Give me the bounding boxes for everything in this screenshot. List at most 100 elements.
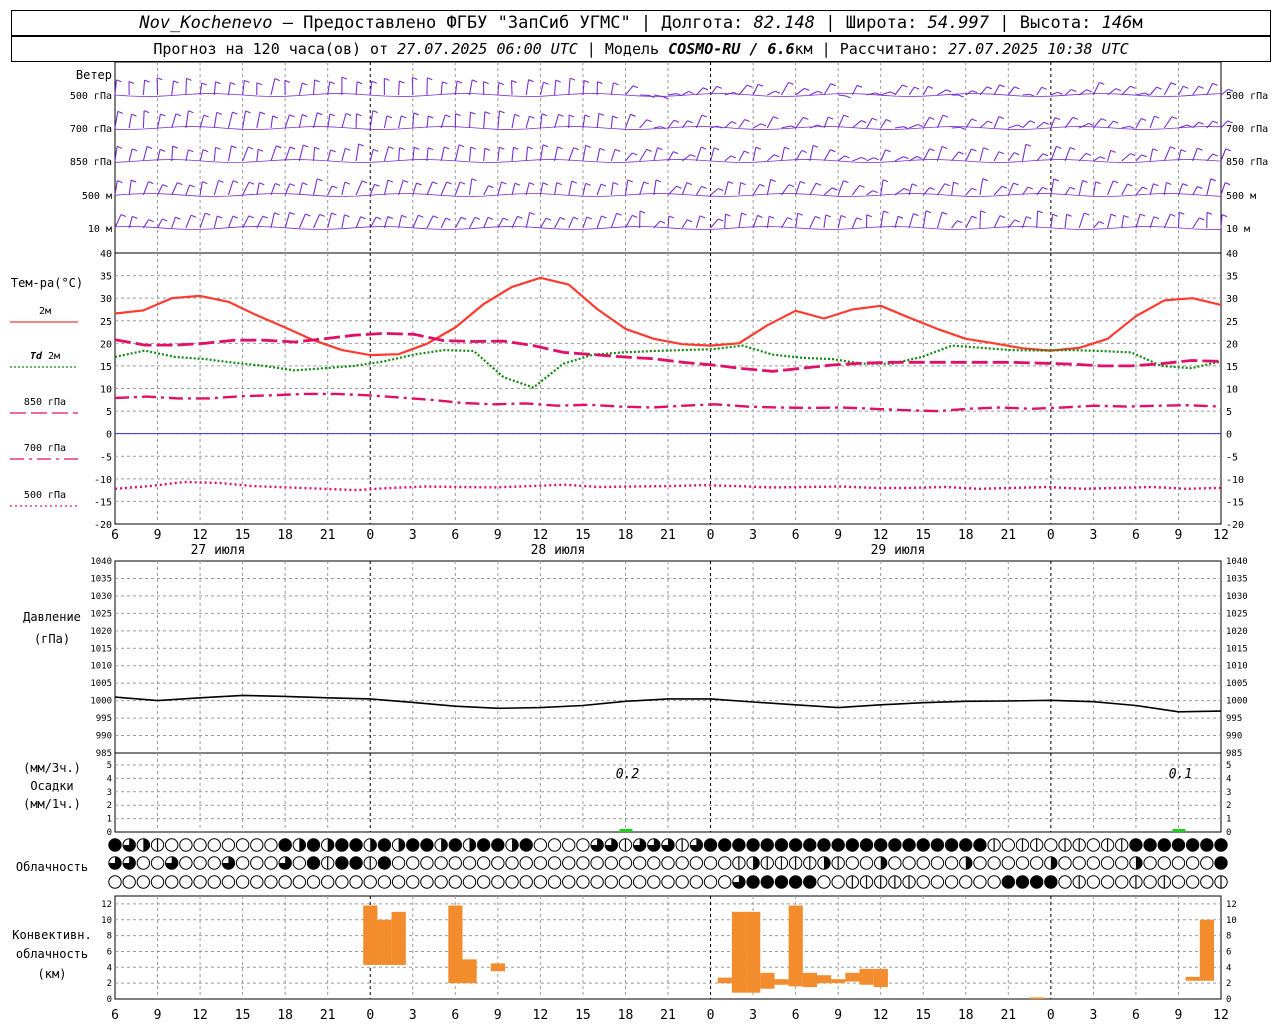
wind-barb-flag bbox=[773, 154, 780, 158]
wind-barb bbox=[355, 216, 362, 229]
cloud-symbol bbox=[505, 856, 519, 870]
wind-barb-flag bbox=[416, 182, 422, 186]
wind-barb-flag bbox=[759, 183, 765, 187]
wind-barb-flag bbox=[186, 77, 192, 81]
wind-barb-flag bbox=[528, 79, 534, 83]
wind-barb bbox=[738, 150, 745, 162]
wind-barb bbox=[993, 116, 1000, 129]
time-tick-label: 21 bbox=[320, 1008, 336, 1023]
wind-barb bbox=[227, 145, 232, 162]
cloud-symbol bbox=[391, 875, 406, 889]
wind-barb-flag bbox=[1037, 210, 1043, 214]
cloud-fill-full bbox=[307, 838, 320, 852]
wind-barb-flag bbox=[345, 147, 351, 151]
wind-barb bbox=[837, 215, 842, 229]
wind-barb-flag bbox=[686, 182, 693, 186]
wind-barb-flag bbox=[971, 90, 978, 94]
wind-barb-flag bbox=[971, 118, 977, 122]
wind-barb-flag bbox=[432, 215, 439, 219]
wind-barb-flag bbox=[616, 212, 622, 216]
temp-tick-left: -20 bbox=[94, 520, 112, 531]
wind-barb bbox=[497, 181, 503, 196]
wind-barb bbox=[525, 146, 529, 162]
cloud-fill-full bbox=[1143, 838, 1157, 852]
cloud-symbol bbox=[1072, 856, 1086, 870]
wind-barb-flag bbox=[146, 145, 153, 149]
wind-barb-flag bbox=[957, 220, 963, 224]
wind-barb bbox=[1149, 115, 1155, 129]
wind-barb bbox=[851, 120, 862, 129]
wind-barb bbox=[256, 149, 259, 162]
temp-tick-right: -5 bbox=[1226, 452, 1238, 463]
wind-barb-flag bbox=[1198, 121, 1204, 125]
cloud-symbol bbox=[462, 856, 477, 870]
wind-barb bbox=[242, 110, 247, 129]
cloud-symbol bbox=[944, 875, 959, 889]
cloud-symbol bbox=[207, 838, 221, 852]
wind-barb-flag bbox=[1086, 89, 1092, 93]
wind-barb bbox=[1135, 92, 1145, 96]
cloud-symbol bbox=[193, 838, 207, 852]
wind-barb-flag bbox=[872, 190, 878, 194]
wind-barb-flag bbox=[319, 213, 325, 217]
wind-barb bbox=[114, 214, 122, 229]
wind-barb-flag bbox=[543, 81, 549, 85]
wind-barb-flag bbox=[929, 187, 935, 191]
cloud-fill-full bbox=[449, 838, 462, 852]
wind-barb-flag bbox=[230, 81, 236, 86]
wind-barb-flag bbox=[528, 182, 535, 186]
wind-barb-flag bbox=[1170, 213, 1176, 217]
wind-barb bbox=[837, 114, 845, 129]
wind-barb-flag bbox=[914, 86, 920, 90]
wind-barb-flag bbox=[769, 215, 775, 219]
wind-barb bbox=[1007, 86, 1015, 96]
wind-barb bbox=[1121, 85, 1131, 96]
wind-barb-flag bbox=[1054, 116, 1061, 121]
wind-barb bbox=[1206, 178, 1212, 196]
wind-barb bbox=[1177, 85, 1184, 96]
cloud-fill-full bbox=[803, 838, 816, 852]
wind-barb bbox=[497, 110, 501, 129]
wind-barb bbox=[610, 82, 614, 96]
cloud-symbol bbox=[448, 856, 463, 870]
pressure-tick-left: 1040 bbox=[90, 557, 112, 567]
wind-barb-flag bbox=[455, 113, 461, 117]
wind-barb bbox=[979, 178, 984, 196]
time-tick-label: 21 bbox=[660, 528, 676, 543]
wind-title: Ветер bbox=[76, 68, 112, 82]
cloud-symbol bbox=[547, 875, 562, 889]
cloud-fill-full bbox=[959, 838, 972, 852]
cloud-symbol bbox=[122, 875, 136, 889]
cloud-symbol bbox=[618, 875, 633, 889]
wind-barb bbox=[908, 86, 915, 96]
wind-barb-flag bbox=[301, 114, 308, 118]
conv-tick-right: 0 bbox=[1226, 995, 1231, 1005]
wind-barb bbox=[1121, 215, 1125, 229]
wind-barb bbox=[624, 215, 633, 229]
cloud-fill-full bbox=[1044, 875, 1058, 889]
cloud-symbol bbox=[306, 875, 321, 889]
wind-barb bbox=[667, 93, 677, 96]
time-tick-label: 15 bbox=[915, 1008, 931, 1023]
wind-barb-flag bbox=[1142, 186, 1148, 190]
wind-barb-flag bbox=[314, 146, 320, 150]
wind-barb-flag bbox=[259, 111, 266, 115]
wind-barb bbox=[454, 217, 462, 229]
wind-barb bbox=[936, 146, 943, 162]
wind-barb bbox=[596, 148, 601, 162]
wind-barb bbox=[979, 210, 982, 229]
temp-time-axis: 6 9 12 15 18 21 0 3 6 9 12 15 18 21 0 3 6 9 12 15 18 21 0 3 6 9 12 bbox=[111, 528, 1229, 543]
wind-barb bbox=[894, 126, 904, 129]
wind-barb bbox=[157, 218, 163, 229]
wind-barb bbox=[851, 217, 858, 229]
conv-bar bbox=[774, 979, 789, 985]
wind-barb bbox=[539, 113, 543, 129]
wind-barb-flag bbox=[825, 214, 831, 218]
wind-barb-flag bbox=[929, 116, 935, 120]
wind-barb bbox=[624, 114, 631, 129]
cloud-symbol bbox=[590, 875, 604, 889]
wind-barb-flag bbox=[627, 179, 633, 183]
cloud-fill-full bbox=[378, 856, 391, 870]
wind-barb bbox=[922, 86, 929, 96]
wind-barb bbox=[795, 87, 805, 96]
